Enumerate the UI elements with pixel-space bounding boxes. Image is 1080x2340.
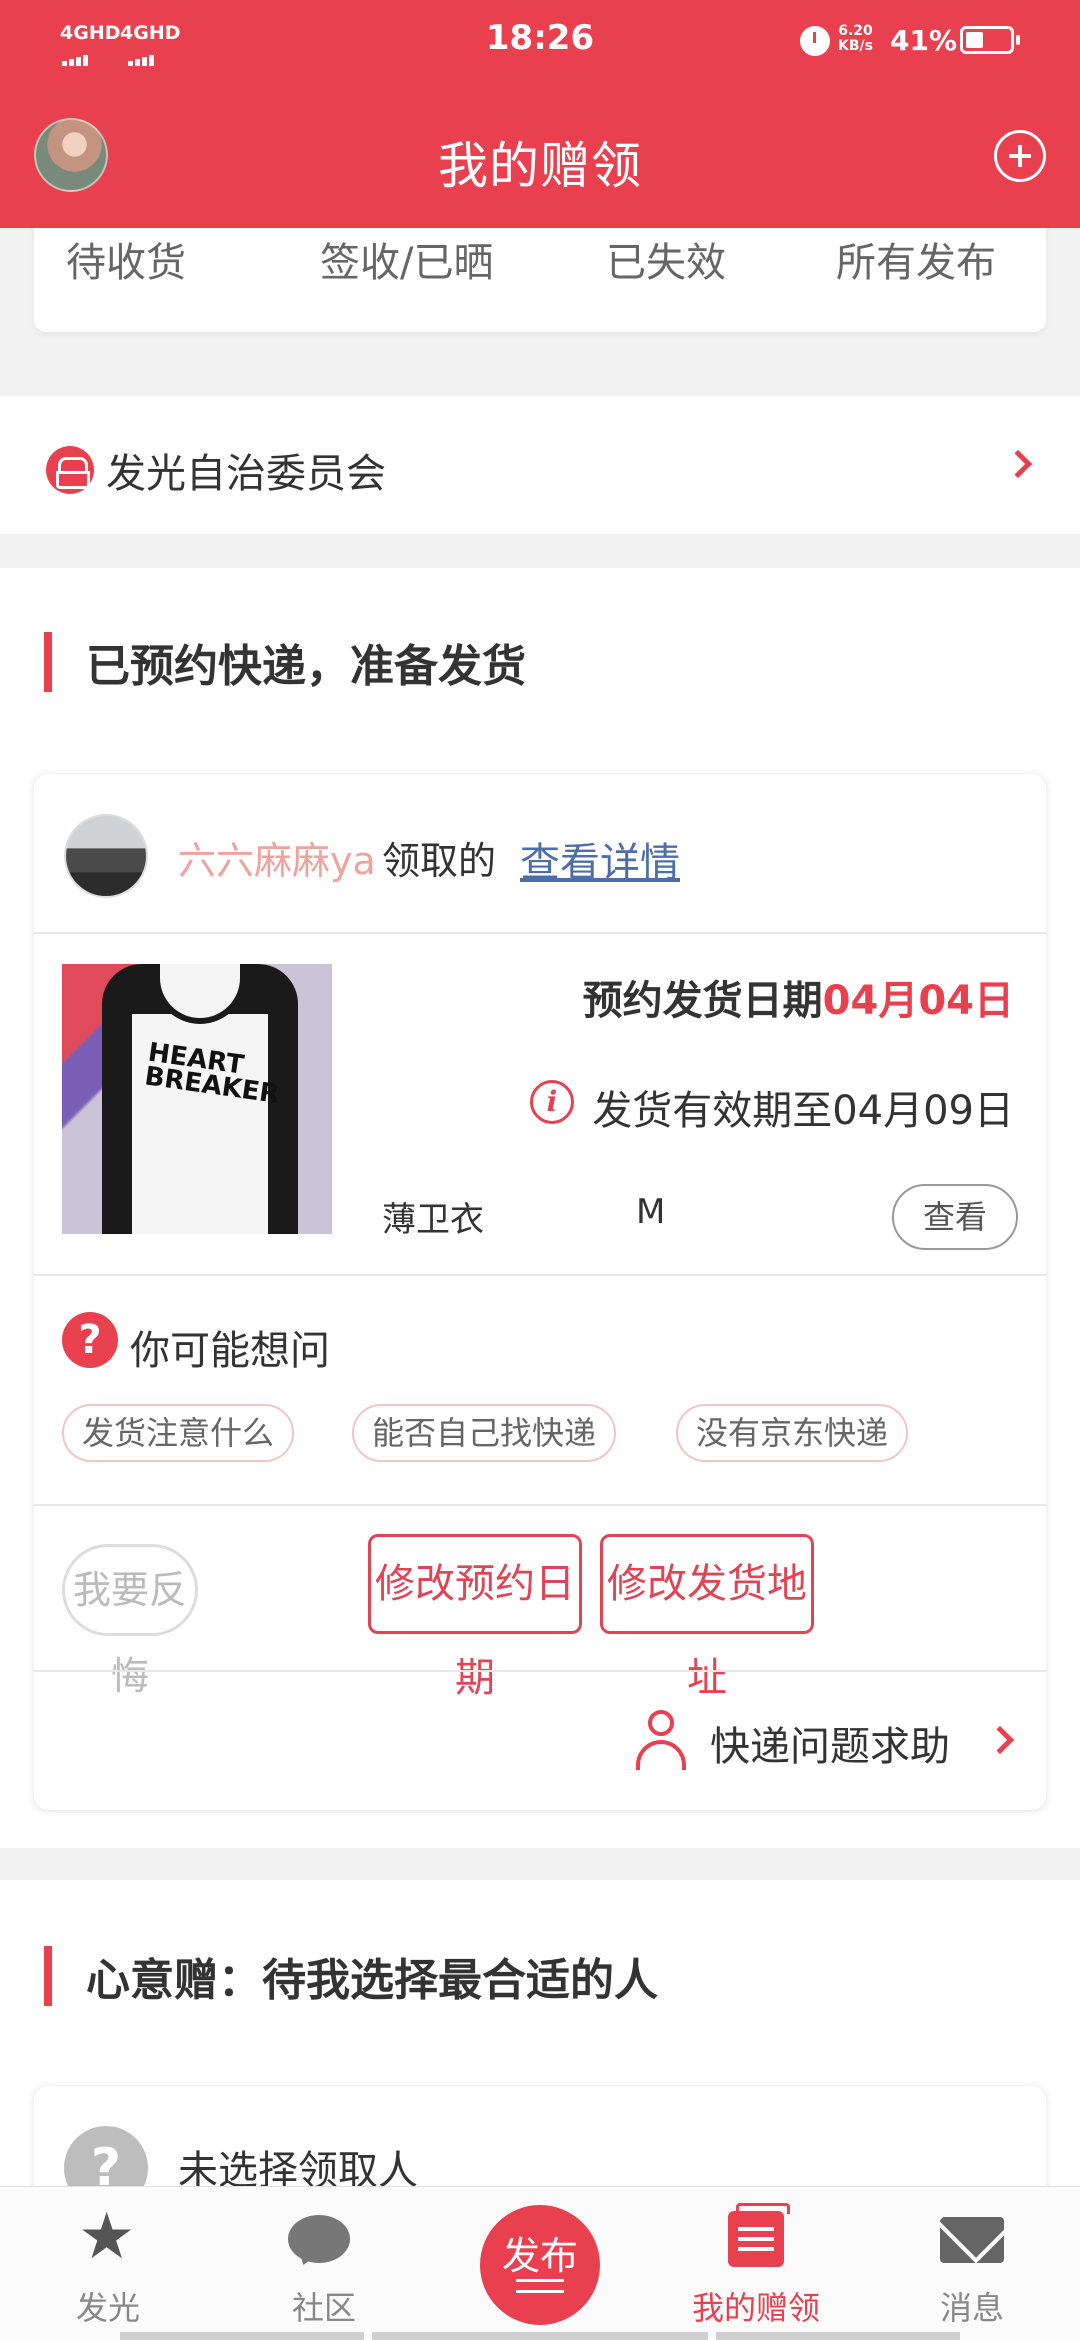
nav-divider [120,2332,364,2340]
ship-date: 预约发货日期04月04日 [583,968,1014,1026]
chat-bubble-icon [288,2215,350,2263]
tab-signed-shown[interactable]: 签收/已晒 [320,230,493,288]
person-icon [634,1710,688,1770]
network-speed-unit: KB/s [838,38,873,54]
network-speed: 6.20 KB/s [838,24,873,54]
faq-chip[interactable]: 能否自己找快递 [352,1404,617,1462]
alarm-icon [800,26,830,56]
person-icon-head [648,1710,674,1736]
product-name: 薄卫衣 [382,1200,484,1240]
nav-item-messages[interactable]: 消息 [892,2187,1052,2340]
status-bar: 4GHD 4GHD 18:26 6.20 KB/s 41% [0,0,1080,80]
tab-pending-receipt[interactable]: 待收货 [66,230,186,288]
section-title: 已预约快递，准备发货 [86,641,526,692]
committee-row[interactable]: 发光自治委员会 [0,396,1080,534]
publish-label: 发布 [501,2234,578,2278]
nav-label: 我的赠领 [691,2289,820,2327]
nav-item-glow[interactable]: ★ 发光 [28,2187,188,2340]
info-icon: i [530,1080,574,1124]
faq-chip[interactable]: 没有京东快递 [676,1404,909,1462]
star-icon: ★ [78,2200,136,2274]
bottom-nav: ★ 发光 社区 发布 我的赠领 消息 [0,2186,1080,2340]
order-card: 六六麻麻ya 领取的 查看详情 HEART BREAKER 预约发货日期04月0… [34,774,1046,1810]
ship-date-value: 04月04日 [822,978,1014,1024]
page-title: 我的赠领 [438,137,642,195]
claimer-avatar[interactable] [64,814,148,898]
change-address-button[interactable]: 修改发货地址 [600,1534,814,1701]
product-size: M [636,1192,666,1232]
view-button[interactable]: 查看 [892,1184,1018,1250]
divider [34,1670,1046,1672]
claimed-text: 领取的 [382,839,497,883]
faq-title: 你可能想问 [130,1328,330,1374]
divider [34,1274,1046,1276]
person-icon-shoulders [636,1740,686,1770]
mail-icon [940,2217,1004,2263]
regret-button[interactable]: 我要反悔 [62,1544,198,1698]
section-title: 心意赠：待我选择最合适的人 [86,1955,658,2006]
section-accent-bar [44,632,52,692]
tab-all-posts[interactable]: 所有发布 [836,230,996,288]
tab-expired[interactable]: 已失效 [606,230,726,288]
nav-divider [716,2332,960,2340]
gift-box-icon [728,2203,790,2267]
nav-label: 社区 [291,2289,356,2327]
shipping-validity: 发货有效期至04月09日 [592,1088,1014,1134]
claimer-name[interactable]: 六六麻麻ya [178,830,376,885]
divider [34,932,1046,934]
ship-date-label: 预约发货日期 [582,978,823,1024]
nav-label: 消息 [939,2289,1004,2327]
publish-icon [516,2279,564,2293]
nav-divider [372,2332,708,2340]
question-icon: ? [62,1312,118,1368]
network-speed-value: 6.20 [838,23,873,39]
committee-label: 发光自治委员会 [106,451,386,497]
faq-chip[interactable]: 发货注意什么 [62,1404,295,1462]
battery-fill [966,32,983,48]
courier-help-link[interactable]: 快递问题求助 [710,1714,950,1772]
product-image[interactable]: HEART BREAKER [62,964,332,1234]
view-details-link[interactable]: 查看详情 [520,830,680,888]
committee-icon [46,446,94,494]
add-button[interactable] [994,130,1046,182]
publish-button[interactable]: 发布 [480,2205,600,2325]
change-date-button[interactable]: 修改预约日期 [368,1534,582,1701]
nav-item-community[interactable]: 社区 [244,2187,404,2340]
section-accent-bar [44,1946,52,2006]
battery-percent: 41% [890,24,958,57]
nav-item-my-gifts[interactable]: 我的赠领 [676,2187,836,2340]
app-header: 4GHD 4GHD 18:26 6.20 KB/s 41% 我的赠领 [0,0,1080,228]
chevron-right-icon [1003,449,1033,479]
chevron-right-icon [985,1725,1015,1755]
nav-label: 发光 [75,2289,140,2327]
battery-icon [960,26,1020,54]
divider [34,1504,1046,1506]
